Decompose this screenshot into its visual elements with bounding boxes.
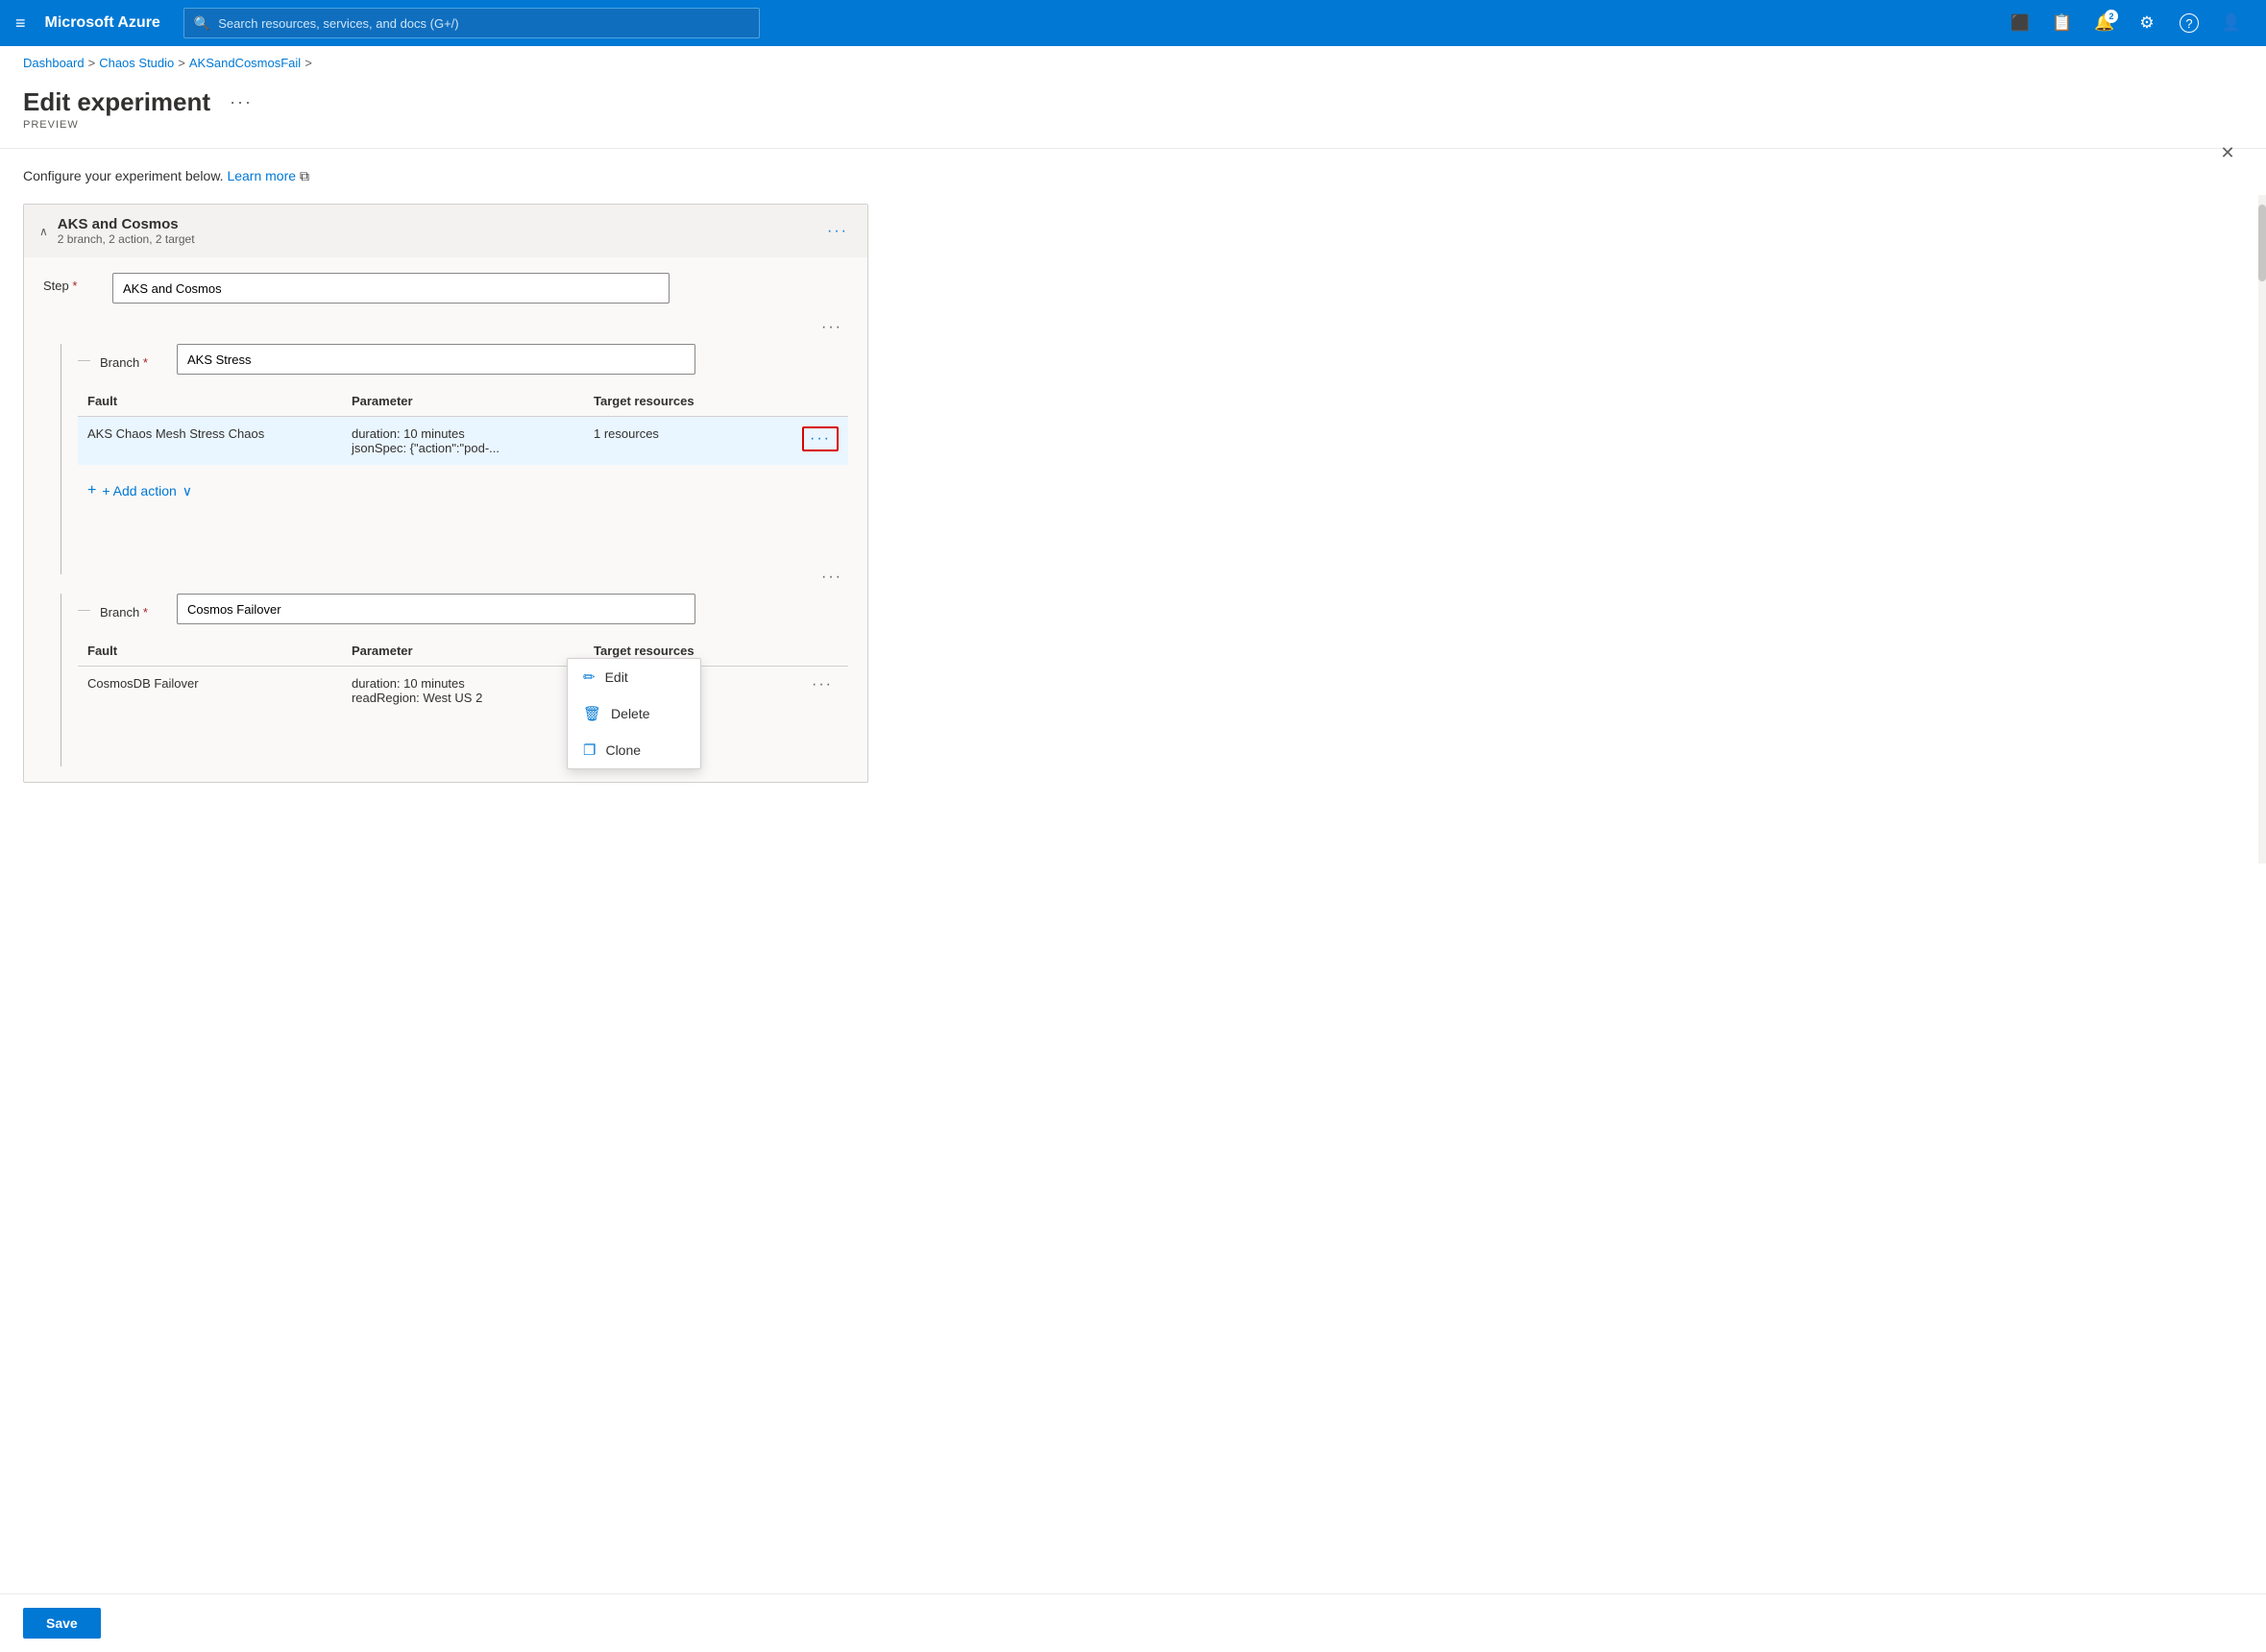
card-title: AKS and Cosmos [58, 216, 195, 232]
branch-1-field-row: — Branch * [78, 344, 848, 375]
param-cell-1: duration: 10 minutes jsonSpec: {"action"… [342, 417, 584, 466]
fault-cell-1: AKS Chaos Mesh Stress Chaos [78, 417, 342, 466]
add-action-button[interactable]: + + Add action ∨ [78, 476, 202, 505]
edit-icon: ✏ [583, 668, 596, 686]
plus-icon: + [87, 482, 96, 499]
breadcrumb: Dashboard > Chaos Studio > AKSandCosmosF… [0, 46, 2266, 80]
settings-button[interactable]: ⚙ [2128, 4, 2166, 42]
collapse-button[interactable]: ∧ [39, 225, 48, 238]
card-body: Step * ··· — Branch * [24, 257, 867, 782]
branch-2-field-row: — Branch * [78, 594, 848, 624]
branch-2-section: — Branch * Fault Parameter Target res [43, 594, 848, 766]
branch-1-label: Branch * [100, 350, 167, 370]
card-subtitle: 2 branch, 2 action, 2 target [58, 232, 195, 246]
scroll-thumb[interactable] [2258, 205, 2266, 281]
learn-more-link[interactable]: Learn more [227, 168, 296, 183]
breadcrumb-chaos-studio[interactable]: Chaos Studio [99, 56, 174, 70]
settings-icon: ⚙ [2139, 13, 2154, 33]
target-cell-1: 1 resources [584, 417, 760, 466]
param-cell-2: duration: 10 minutes readRegion: West US… [342, 667, 584, 716]
delete-label: Delete [611, 706, 649, 721]
param-col-header-1: Parameter [342, 386, 584, 417]
top-nav: ≡ Microsoft Azure 🔍 ⬛ 📋 🔔 2 ⚙ ? 👤 [0, 0, 2266, 46]
step-input[interactable] [112, 273, 670, 304]
save-button-bar: Save [0, 1593, 2266, 1652]
breadcrumb-sep-1: > [88, 56, 96, 70]
configure-text: Configure your experiment below. Learn m… [23, 168, 2243, 184]
help-button[interactable]: ? [2170, 4, 2208, 42]
branch-1-section: — Branch * Fault Parameter Target res [43, 344, 848, 574]
notification-button[interactable]: 🔔 2 [2085, 4, 2124, 42]
target-col-header-1: Target resources [584, 386, 760, 417]
clone-label: Clone [605, 742, 641, 758]
feedback-button[interactable]: 📋 [2043, 4, 2082, 42]
edit-label: Edit [605, 669, 628, 685]
page-more-button[interactable]: ··· [222, 88, 260, 116]
user-button[interactable]: 👤 [2212, 4, 2251, 42]
search-icon: 🔍 [194, 15, 210, 32]
notification-badge: 2 [2105, 10, 2118, 23]
scroll-track [2258, 195, 2266, 863]
table-row: CosmosDB Failover duration: 10 minutes r… [78, 667, 848, 716]
row-more-button-2[interactable]: ··· [806, 674, 839, 694]
context-menu-clone[interactable]: ❐ Clone [568, 732, 700, 768]
context-menu-delete[interactable]: 🗑 Delete [568, 695, 700, 732]
save-button[interactable]: Save [23, 1608, 101, 1639]
add-action-chevron: ∨ [183, 483, 192, 499]
card-more-button[interactable]: ··· [823, 219, 852, 244]
context-menu: ✏ Edit 🗑 Delete ❐ Clone [567, 658, 701, 769]
page-header: Edit experiment ··· PREVIEW ✕ [0, 80, 2266, 149]
add-action-row: + + Add action ∨ [78, 476, 848, 505]
delete-icon: 🗑 [583, 705, 601, 722]
user-icon: 👤 [2221, 13, 2241, 33]
fault-col-header-1: Fault [78, 386, 342, 417]
action-cell-2: ··· [760, 667, 848, 716]
step-field-row: Step * [43, 273, 848, 304]
breadcrumb-sep-3: > [305, 56, 312, 70]
fault-cell-2: CosmosDB Failover [78, 667, 342, 716]
table-row: AKS Chaos Mesh Stress Chaos duration: 10… [78, 417, 848, 466]
terminal-button[interactable]: ⬛ [2001, 4, 2039, 42]
branch-2-fault-table: Fault Parameter Target resources CosmosD… [78, 636, 848, 715]
page-title: Edit experiment [23, 87, 210, 117]
branch-1-input[interactable] [177, 344, 695, 375]
fault-col-header-2: Fault [78, 636, 342, 667]
search-input[interactable] [218, 16, 749, 31]
add-action-label: + Add action [102, 483, 176, 498]
feedback-icon: 📋 [2052, 13, 2072, 33]
branch-2-label: Branch * [100, 599, 167, 620]
main-content: Configure your experiment below. Learn m… [0, 149, 2266, 817]
param-col-header-2: Parameter [342, 636, 584, 667]
clone-icon: ❐ [583, 741, 596, 759]
search-bar[interactable]: 🔍 [183, 8, 760, 38]
preview-badge: PREVIEW [23, 117, 2243, 133]
external-link-icon: ⧉ [300, 168, 309, 183]
row-more-button-1[interactable]: ··· [802, 426, 839, 451]
step-dots-row: ··· [43, 317, 848, 344]
help-icon: ? [2180, 13, 2199, 33]
nav-icons: ⬛ 📋 🔔 2 ⚙ ? 👤 [2001, 4, 2251, 42]
terminal-icon: ⬛ [2010, 13, 2030, 33]
azure-logo: Microsoft Azure [45, 14, 160, 32]
breadcrumb-experiment[interactable]: AKSandCosmosFail [189, 56, 301, 70]
step-more-button[interactable]: ··· [816, 317, 848, 338]
branch-1-more-button[interactable]: ··· [816, 567, 848, 588]
branch-2-input[interactable] [177, 594, 695, 624]
context-menu-edit[interactable]: ✏ Edit [568, 659, 700, 695]
branch-1-fault-table: Fault Parameter Target resources AKS Cha… [78, 386, 848, 465]
experiment-card: ∧ AKS and Cosmos 2 branch, 2 action, 2 t… [23, 204, 868, 783]
action-cell-1: ··· [760, 417, 848, 466]
breadcrumb-sep-2: > [178, 56, 185, 70]
breadcrumb-dashboard[interactable]: Dashboard [23, 56, 85, 70]
hamburger-icon[interactable]: ≡ [15, 13, 26, 34]
card-header: ∧ AKS and Cosmos 2 branch, 2 action, 2 t… [24, 205, 867, 257]
step-label: Step * [43, 273, 101, 293]
